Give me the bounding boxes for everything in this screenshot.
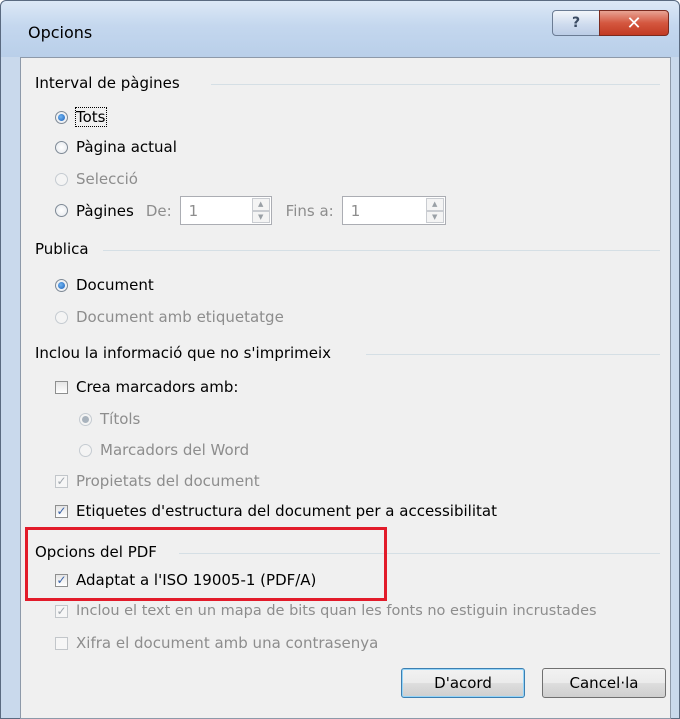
from-label: De:: [145, 201, 172, 220]
section-divider: [103, 250, 660, 251]
ok-button[interactable]: D'acord: [401, 668, 525, 698]
pages-range-row: Pàgines De: 1 ▲ ▼ Fins a: 1 ▲ ▼: [55, 196, 446, 225]
dialog-title: Opcions: [28, 23, 93, 42]
pdf-options-title: Opcions del PDF: [35, 543, 157, 561]
spin-down-icon[interactable]: ▼: [251, 210, 270, 223]
to-label: Fins a:: [285, 201, 334, 220]
radio-headings: Títols: [79, 410, 140, 428]
title-bar: Opcions ? ✕: [1, 1, 679, 57]
word-bookmarks-label: Marcadors del Word: [100, 441, 250, 459]
properties-checkbox: ✓: [55, 474, 68, 488]
iso-checkbox[interactable]: ✓: [55, 573, 68, 587]
spinner-arrows: ▲ ▼: [251, 198, 270, 223]
radio-current-page[interactable]: Pàgina actual: [55, 138, 177, 156]
bitmap-checkbox-row: ✓ Inclou el text en un mapa de bits quan…: [55, 603, 597, 619]
close-icon: ✕: [626, 12, 642, 34]
radio-all-label: Tots: [75, 107, 107, 127]
radio-selection: Selecció: [55, 170, 138, 188]
help-icon: ?: [571, 15, 581, 31]
radio-all-pages[interactable]: Tots: [55, 107, 107, 127]
radio-button-disabled: [79, 412, 92, 426]
radio-button-disabled: [79, 443, 92, 457]
red-highlight-box: [25, 527, 387, 601]
from-page-value: 1: [188, 202, 199, 220]
bookmarks-checkbox[interactable]: [55, 380, 68, 394]
headings-label: Títols: [100, 410, 141, 428]
section-divider: [179, 553, 660, 554]
to-page-value: 1: [350, 202, 361, 220]
radio-button-selected[interactable]: [55, 110, 68, 124]
radio-word-bookmarks: Marcadors del Word: [79, 441, 249, 459]
spinner-arrows: ▲ ▼: [425, 198, 444, 223]
radio-button[interactable]: [55, 140, 68, 154]
iso-checkbox-row[interactable]: ✓ Adaptat a l'ISO 19005-1 (PDF/A): [55, 571, 316, 589]
bookmarks-label: Crea marcadors amb:: [76, 378, 239, 396]
to-page-spinner[interactable]: 1 ▲ ▼: [341, 196, 446, 225]
radio-tagged-document: Document amb etiquetatge: [55, 308, 284, 326]
bookmarks-checkbox-row[interactable]: Crea marcadors amb:: [55, 378, 238, 396]
radio-pages-label: Pàgines: [76, 201, 134, 220]
structure-tags-row[interactable]: ✓ Etiquetes d'estructura del document pe…: [55, 502, 497, 520]
dialog-content: Interval de pàgines Tots Pàgina actual S…: [20, 57, 671, 719]
iso-label: Adaptat a l'ISO 19005-1 (PDF/A): [76, 571, 317, 589]
structure-tags-label: Etiquetes d'estructura del document per …: [76, 502, 497, 520]
radio-button-selected[interactable]: [55, 278, 68, 292]
cancel-button[interactable]: Cancel·la: [542, 668, 666, 698]
bitmap-checkbox: ✓: [55, 604, 68, 618]
radio-button-disabled: [55, 310, 68, 324]
from-page-spinner[interactable]: 1 ▲ ▼: [179, 196, 272, 225]
encrypt-label: Xifra el document amb una contrasenya: [76, 634, 379, 652]
radio-selection-label: Selecció: [76, 170, 138, 188]
close-button[interactable]: ✕: [599, 10, 669, 36]
options-dialog: Opcions ? ✕ Interval de pàgines Tots Pàg…: [0, 0, 680, 719]
properties-label: Propietats del document: [76, 472, 260, 490]
properties-checkbox-row: ✓ Propietats del document: [55, 472, 260, 490]
radio-tagged-label: Document amb etiquetatge: [76, 308, 284, 326]
radio-pages[interactable]: [55, 204, 68, 217]
publish-title: Publica: [35, 240, 89, 258]
bitmap-label: Inclou el text en un mapa de bits quan l…: [76, 603, 597, 619]
nonprint-title: Inclou la informació que no s'imprimeix: [35, 344, 332, 362]
radio-button-disabled: [55, 172, 68, 186]
help-button[interactable]: ?: [552, 10, 600, 36]
encrypt-checkbox: [55, 636, 68, 650]
spin-up-icon[interactable]: ▲: [425, 198, 444, 211]
radio-document-label: Document: [76, 276, 154, 294]
radio-document[interactable]: Document: [55, 276, 154, 294]
section-divider: [366, 354, 660, 355]
spin-down-icon[interactable]: ▼: [425, 210, 444, 223]
page-range-title: Interval de pàgines: [35, 74, 180, 92]
section-divider: [211, 84, 660, 85]
encrypt-checkbox-row: Xifra el document amb una contrasenya: [55, 634, 378, 652]
spin-up-icon[interactable]: ▲: [251, 198, 270, 211]
radio-current-label: Pàgina actual: [76, 138, 177, 156]
structure-tags-checkbox[interactable]: ✓: [55, 504, 68, 518]
